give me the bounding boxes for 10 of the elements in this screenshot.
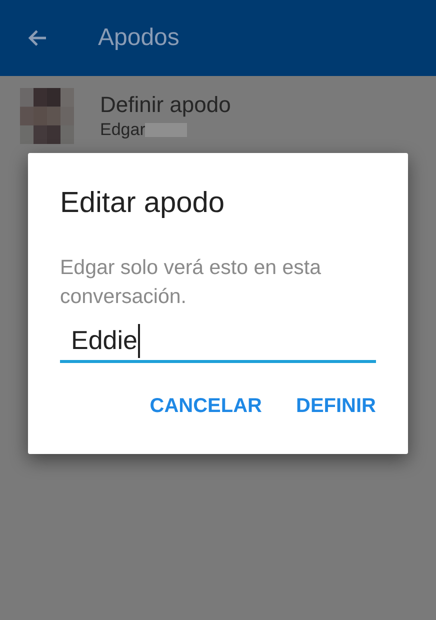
screen-title: Apodos — [98, 24, 180, 52]
dialog-title: Editar apodo — [60, 186, 224, 221]
contact-name: Edgar — [100, 119, 146, 141]
dialog-button[interactable]: DEFINIR — [284, 387, 388, 426]
input-field[interactable]: Eddie — [60, 321, 376, 363]
dialog-message: Edgar solo verá esto en esta conversación. — [60, 255, 322, 310]
avatar-icon — [20, 88, 74, 144]
contact-row[interactable]: Definir apodo Edgar — [0, 88, 436, 144]
contact-title: Definir apodo — [100, 91, 231, 119]
dialog-button[interactable]: CANCELAR — [138, 387, 274, 426]
